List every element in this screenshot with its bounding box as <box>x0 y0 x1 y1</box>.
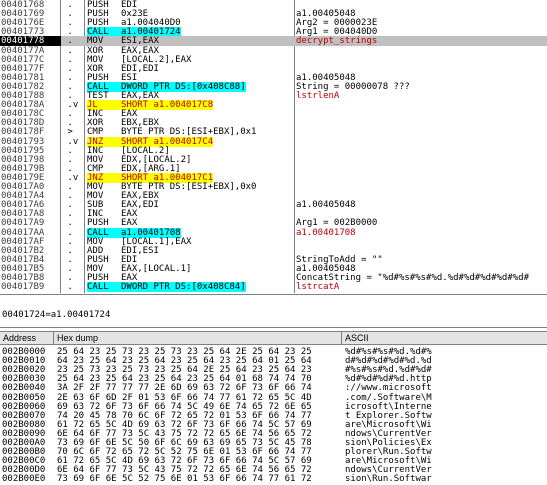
instruction-text[interactable]: CALL DWORD PTR DS:[0x408C84] <box>87 282 297 293</box>
hex-dump-pane[interactable]: Address Hex dump ASCII 002B0000 25 64 23 … <box>0 331 547 485</box>
disasm-row[interactable]: 004017B9 . CALL DWORD PTR DS:[0x408C84] lst… <box>0 282 547 293</box>
address-column-header[interactable]: Address <box>0 332 54 344</box>
dump-ascii[interactable]: sion\Run.Softwar <box>345 474 432 484</box>
comment: lstrcatA <box>296 282 340 293</box>
ascii-column-header[interactable]: ASCII <box>342 332 547 344</box>
hex-column-header[interactable]: Hex dump <box>54 332 342 344</box>
operands: DWORD PTR DS:[0x408C84] <box>121 282 246 293</box>
info-status-line: 00401724=a1.00401724 <box>0 294 547 328</box>
status-text: 00401724=a1.00401724 <box>2 310 111 320</box>
opcode: CALL <box>87 282 121 293</box>
dump-address[interactable]: 002B00E0 <box>2 474 45 484</box>
disassembly-pane[interactable]: 00401768 . PUSH EDI 00401769 . PUSH 0x23E a1.0… <box>0 0 547 293</box>
dump-row[interactable]: 002B00E0 73 69 6F 6E 5C 52 75 6E 01 53 6F… <box>0 474 547 484</box>
instruction-address[interactable]: 004017B9 <box>0 282 61 292</box>
dump-header: Address Hex dump ASCII <box>0 332 547 345</box>
jump-arrow-gutter: . <box>62 282 73 293</box>
dump-hex-bytes[interactable]: 73 69 6F 6E 5C 52 75 6E 01 53 6F 66 74 7… <box>57 474 312 484</box>
